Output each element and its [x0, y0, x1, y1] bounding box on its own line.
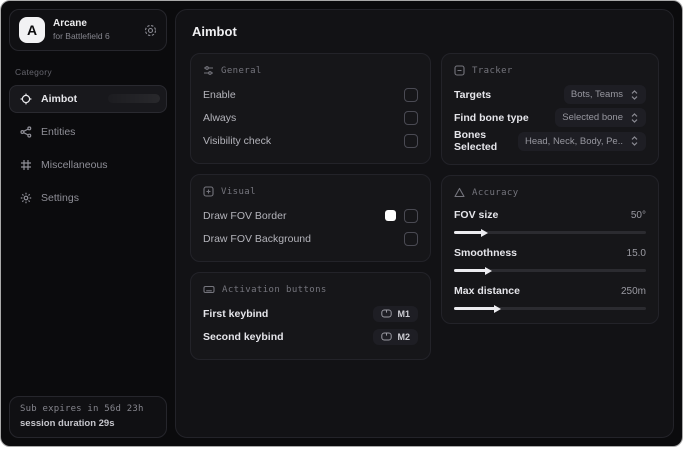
setting-label: Bones Selected [454, 129, 498, 153]
app-logo: A [19, 17, 45, 43]
app-titles: Arcane for Battlefield 6 [53, 18, 110, 41]
setting-label: Second keybind [203, 330, 284, 343]
setting-label: Smoothness [454, 247, 518, 259]
keyboard-icon [203, 284, 215, 295]
unfold-icon [630, 112, 639, 123]
accuracy-card: Accuracy FOV size 50° Smoothness 15.0 Ma… [441, 175, 659, 324]
unfold-icon [630, 136, 639, 146]
main-panel: Aimbot General Enable Always Visibility … [175, 9, 674, 438]
sidebar-item-entities[interactable]: Entities [9, 118, 167, 146]
select-value: Selected bone [562, 112, 623, 123]
subscription-card: Sub expires in 56d 23h session duration … [9, 396, 167, 438]
setting-row-always: Always [203, 106, 418, 129]
sub-expires-text: Sub expires in 56d 23h [20, 404, 144, 414]
setting-label: First keybind [203, 307, 269, 320]
setting-label: Enable [203, 88, 236, 101]
select-value: Head, Neck, Body, Pe.. [524, 135, 623, 147]
card-title: Visual [221, 186, 256, 197]
setting-label: Draw FOV Background [203, 232, 311, 245]
app-header-card: A Arcane for Battlefield 6 [9, 9, 167, 51]
card-title: Activation buttons [222, 284, 327, 295]
keybind-value: M1 [397, 308, 410, 319]
card-title: Tracker [472, 65, 513, 76]
mouse-icon [381, 309, 393, 318]
setting-label: Max distance [454, 285, 520, 297]
visibility-check-checkbox[interactable] [404, 133, 418, 148]
app-subtitle: for Battlefield 6 [53, 30, 110, 41]
slider-value: 250m [620, 285, 646, 297]
slider-value: 50° [630, 209, 646, 221]
setting-label: Targets [454, 88, 492, 101]
draw-fov-background-checkbox[interactable] [404, 231, 418, 246]
select-value: Bots, Teams [570, 89, 623, 100]
second-keybind-button[interactable]: M2 [373, 328, 418, 345]
box-plus-icon [203, 186, 214, 197]
unfold-icon [630, 89, 639, 100]
setting-label: Draw FOV Border [203, 209, 287, 222]
find-bone-type-select[interactable]: Selected bone [555, 108, 646, 127]
sidebar-item-label: Settings [41, 192, 79, 204]
bones-selected-select[interactable]: Head, Neck, Body, Pe.. [517, 131, 646, 151]
always-checkbox[interactable] [404, 110, 418, 125]
gear-icon [20, 192, 32, 204]
slider-value: 15.0 [626, 247, 646, 259]
card-title: Accuracy [472, 187, 519, 198]
setting-row-fov-size: FOV size 50° [454, 205, 646, 237]
activation-buttons-card: Activation buttons First keybind M1 Seco… [190, 272, 431, 360]
sidebar-item-label: Miscellaneous [41, 159, 108, 171]
keybind-value: M2 [397, 331, 410, 342]
fov-size-slider[interactable] [454, 228, 646, 237]
setting-row-second-keybind: Second keybind M2 [203, 325, 418, 348]
setting-label: Always [203, 111, 237, 124]
setting-row-smoothness: Smoothness 15.0 [454, 243, 646, 275]
sidebar-item-miscellaneous[interactable]: Miscellaneous [9, 151, 167, 179]
card-title: General [221, 65, 262, 76]
sidebar-nav: Aimbot Entities Miscellaneous Settings [9, 85, 167, 212]
sliders-icon [203, 65, 214, 76]
draw-fov-border-checkbox[interactable] [404, 208, 418, 223]
slider-thumb[interactable] [484, 266, 492, 275]
page-title: Aimbot [192, 24, 237, 39]
setting-row-enable: Enable [203, 83, 418, 106]
box-minus-icon [454, 65, 465, 76]
mouse-icon [381, 332, 393, 341]
session-duration-text: session duration 29s [20, 418, 115, 429]
slider-thumb[interactable] [494, 304, 502, 313]
sidebar-item-aimbot[interactable]: Aimbot [9, 85, 167, 113]
setting-row-max-distance: Max distance 250m [454, 281, 646, 313]
tracker-card: Tracker Targets Bots, Teams Find bone ty… [441, 53, 659, 165]
targets-select[interactable]: Bots, Teams [563, 85, 646, 104]
sidebar-item-label: Aimbot [41, 93, 78, 105]
grid-icon [20, 159, 32, 171]
sidebar: A Arcane for Battlefield 6 Category Aimb… [1, 1, 175, 446]
sidebar-item-settings[interactable]: Settings [9, 184, 167, 212]
setting-row-visibility-check: Visibility check [203, 129, 418, 152]
sidebar-item-label: Entities [41, 126, 76, 138]
first-keybind-button[interactable]: M1 [373, 305, 418, 322]
max-distance-slider[interactable] [454, 304, 646, 313]
setting-label: Find bone type [454, 111, 529, 124]
app-window: A Arcane for Battlefield 6 Category Aimb… [0, 0, 683, 447]
setting-label: Visibility check [203, 134, 272, 147]
slider-thumb[interactable] [480, 228, 488, 237]
setting-row-draw-fov-background: Draw FOV Background [203, 227, 418, 250]
smoothness-slider[interactable] [454, 266, 646, 275]
crosshair-circle-icon[interactable] [144, 24, 157, 37]
crosshair-icon [20, 93, 32, 105]
entities-icon [20, 126, 32, 138]
setting-label: FOV size [454, 209, 499, 221]
setting-row-targets: Targets Bots, Teams [454, 83, 646, 106]
setting-row-bones-selected: Bones Selected Head, Neck, Body, Pe.. [454, 129, 646, 153]
triangle-icon [454, 187, 465, 198]
category-label: Category [15, 67, 52, 77]
general-card: General Enable Always Visibility check [190, 53, 431, 164]
fov-border-color-swatch[interactable] [385, 210, 396, 221]
visual-card: Visual Draw FOV Border Draw FOV Backgrou… [190, 174, 431, 262]
setting-row-draw-fov-border: Draw FOV Border [203, 204, 418, 227]
setting-row-find-bone-type: Find bone type Selected bone [454, 106, 646, 129]
app-name: Arcane [53, 18, 87, 30]
enable-checkbox[interactable] [404, 87, 418, 102]
setting-row-first-keybind: First keybind M1 [203, 302, 418, 325]
